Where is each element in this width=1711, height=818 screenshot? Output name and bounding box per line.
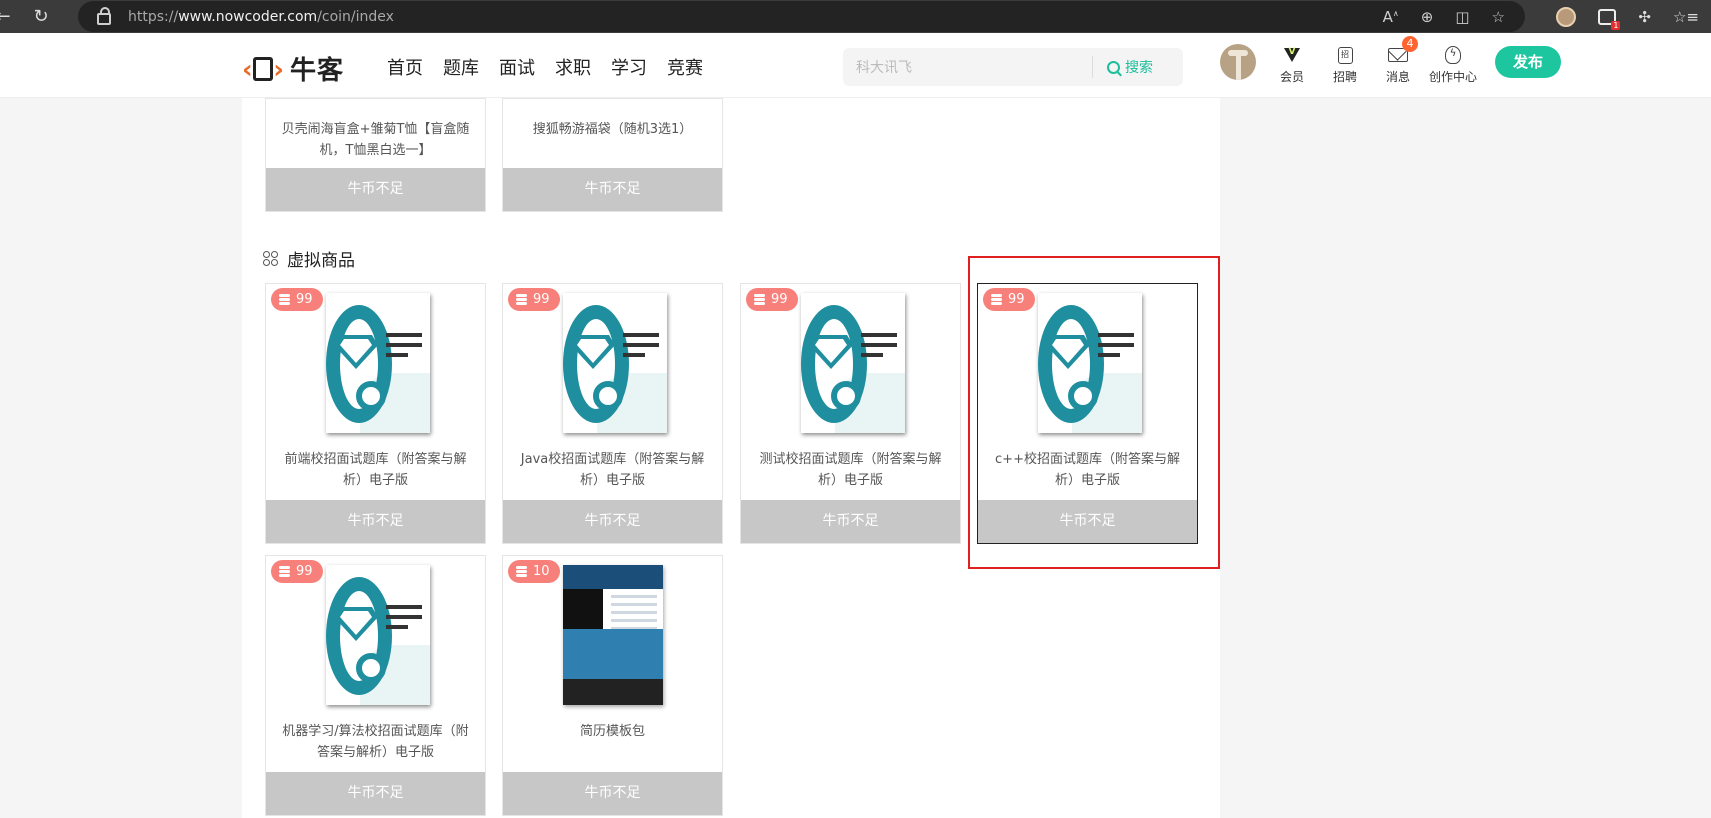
price-value: 99 bbox=[296, 564, 313, 579]
extension-record-icon[interactable]: 1 bbox=[1598, 8, 1621, 30]
coin-stack-icon bbox=[516, 294, 527, 305]
search-input[interactable]: 科大讯飞 bbox=[856, 57, 1092, 77]
price-badge: 99 bbox=[508, 288, 560, 311]
price-badge: 99 bbox=[746, 288, 798, 311]
vip-icon: V bbox=[1282, 45, 1302, 65]
messages-label: 消息 bbox=[1386, 70, 1411, 84]
read-aloud-icon[interactable]: A∧ bbox=[1383, 8, 1399, 26]
creator-center-link[interactable]: ϟ 创作中心 bbox=[1429, 45, 1477, 85]
insufficient-coins-button[interactable]: 牛币不足 bbox=[266, 168, 485, 211]
product-card[interactable]: 搜狐畅游福袋（随机3选1） 牛币不足 bbox=[502, 98, 723, 212]
search-button[interactable]: 搜索 bbox=[1107, 57, 1153, 77]
price-badge: 99 bbox=[271, 288, 323, 311]
insufficient-coins-button[interactable]: 牛币不足 bbox=[503, 500, 722, 543]
coin-stack-icon bbox=[279, 566, 290, 577]
search-box: 科大讯飞 搜索 bbox=[843, 48, 1183, 86]
product-title: 搜狐畅游福袋（随机3选1） bbox=[532, 122, 693, 137]
search-icon bbox=[1107, 60, 1120, 74]
price-badge: 10 bbox=[508, 560, 560, 583]
product-card[interactable]: 99 机器学习/算法校招面试题库（附答案与解析）电子版 牛币不足 bbox=[265, 555, 486, 816]
split-screen-icon[interactable]: ◫ bbox=[1455, 8, 1469, 26]
site-header: ‹ › 牛客 首页 题库 面试 求职 学习 竞赛 科大讯飞 搜索 V 会员 招 招… bbox=[0, 33, 1711, 98]
logo[interactable]: ‹ › 牛客 bbox=[242, 50, 344, 87]
product-title: 前端校招面试题库（附答案与解析）电子版 bbox=[284, 452, 467, 488]
nav-contest[interactable]: 竞赛 bbox=[667, 54, 703, 80]
insufficient-coins-button[interactable]: 牛币不足 bbox=[266, 500, 485, 543]
creator-center-label: 创作中心 bbox=[1429, 70, 1478, 84]
avatar[interactable] bbox=[1220, 44, 1256, 80]
coin-stack-icon bbox=[754, 294, 765, 305]
nav-home[interactable]: 首页 bbox=[387, 54, 423, 80]
insufficient-coins-button[interactable]: 牛币不足 bbox=[741, 500, 960, 543]
product-title: 测试校招面试题库（附答案与解析）电子版 bbox=[759, 452, 942, 488]
highlight-box bbox=[968, 256, 1220, 569]
envelope-icon: 4 bbox=[1388, 36, 1418, 65]
insufficient-coins-button[interactable]: 牛币不足 bbox=[503, 772, 722, 815]
extension-avatar-icon[interactable] bbox=[1556, 6, 1577, 27]
logo-text: 牛客 bbox=[290, 56, 345, 86]
product-card[interactable]: 贝壳闹海盲盒+雏菊T恤【盲盒随机，T恤黑白选一】 牛币不足 bbox=[265, 98, 486, 212]
lock-icon[interactable] bbox=[97, 6, 111, 25]
coin-stack-icon bbox=[279, 294, 290, 305]
price-value: 10 bbox=[533, 564, 550, 579]
back-arrow-icon[interactable]: ← bbox=[0, 6, 14, 27]
vip-link[interactable]: V 会员 bbox=[1280, 45, 1304, 85]
main-nav: 首页 题库 面试 求职 学习 竞赛 bbox=[387, 54, 703, 80]
price-value: 99 bbox=[771, 292, 788, 307]
insufficient-coins-button[interactable]: 牛币不足 bbox=[503, 168, 722, 211]
logo-icon: ‹ › bbox=[242, 54, 284, 85]
clover-icon bbox=[263, 250, 279, 267]
publish-button[interactable]: 发布 bbox=[1495, 46, 1561, 78]
search-button-label: 搜索 bbox=[1125, 60, 1153, 76]
product-card[interactable]: 99 前端校招面试题库（附答案与解析）电子版 牛币不足 bbox=[265, 283, 486, 544]
lightbulb-icon: ϟ bbox=[1443, 45, 1463, 65]
product-title: 贝壳闹海盲盒+雏菊T恤【盲盒随机，T恤黑白选一】 bbox=[281, 122, 470, 158]
nav-question-bank[interactable]: 题库 bbox=[443, 54, 479, 80]
product-title: 机器学习/算法校招面试题库（附答案与解析）电子版 bbox=[282, 724, 469, 760]
product-title: Java校招面试题库（附答案与解析）电子版 bbox=[520, 452, 705, 488]
product-card[interactable]: 99 测试校招面试题库（附答案与解析）电子版 牛币不足 bbox=[740, 283, 961, 544]
favorite-star-icon[interactable]: ☆ bbox=[1492, 8, 1505, 26]
price-value: 99 bbox=[533, 292, 550, 307]
product-card[interactable]: 10 简历模板包 牛币不足 bbox=[502, 555, 723, 816]
messages-badge: 4 bbox=[1402, 36, 1418, 52]
vip-label: 会员 bbox=[1280, 70, 1305, 84]
product-title: 简历模板包 bbox=[579, 724, 645, 739]
price-badge: 99 bbox=[271, 560, 323, 583]
search-divider bbox=[1092, 56, 1093, 78]
messages-link[interactable]: 4 消息 bbox=[1386, 36, 1418, 85]
section-heading: 虚拟商品 bbox=[263, 246, 355, 271]
browser-toolbar: ← ↻ https://www.nowcoder.com/coin/index … bbox=[0, 0, 1711, 33]
extensions-puzzle-icon[interactable]: ✣ bbox=[1638, 8, 1651, 26]
section-title: 虚拟商品 bbox=[287, 251, 355, 271]
url-text[interactable]: https://www.nowcoder.com/coin/index bbox=[128, 9, 394, 25]
product-card[interactable]: 99 Java校招面试题库（附答案与解析）电子版 牛币不足 bbox=[502, 283, 723, 544]
zoom-icon[interactable]: ⊕ bbox=[1421, 8, 1434, 26]
reload-icon[interactable]: ↻ bbox=[30, 6, 52, 27]
nav-interview[interactable]: 面试 bbox=[499, 54, 535, 80]
nav-learn[interactable]: 学习 bbox=[611, 54, 647, 80]
jobs-icon: 招 bbox=[1335, 45, 1355, 65]
jobs-link[interactable]: 招 招聘 bbox=[1333, 45, 1357, 85]
jobs-label: 招聘 bbox=[1333, 70, 1358, 84]
coin-stack-icon bbox=[516, 566, 527, 577]
price-value: 99 bbox=[296, 292, 313, 307]
extension-badge: 1 bbox=[1611, 20, 1621, 30]
favorites-icon[interactable]: ☆≡ bbox=[1673, 8, 1699, 26]
insufficient-coins-button[interactable]: 牛币不足 bbox=[266, 772, 485, 815]
nav-jobs[interactable]: 求职 bbox=[555, 54, 591, 80]
address-bar[interactable]: https://www.nowcoder.com/coin/index A∧ ⊕… bbox=[78, 1, 1525, 32]
